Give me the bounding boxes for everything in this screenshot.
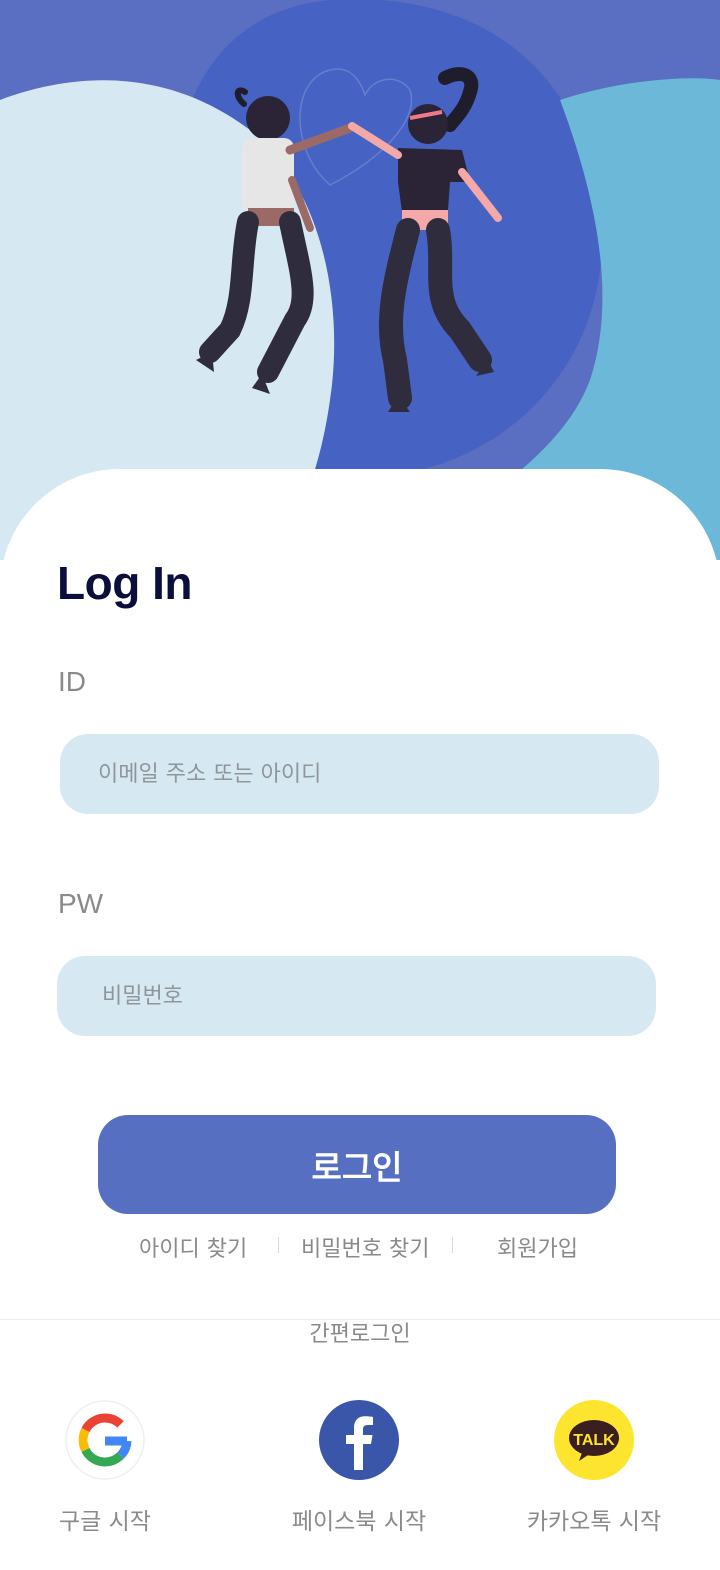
- id-input[interactable]: [60, 734, 659, 814]
- page-title: Log In: [57, 557, 192, 609]
- link-divider: [278, 1237, 279, 1253]
- account-links: 아이디 찾기 비밀번호 찾기 회원가입: [0, 1229, 720, 1263]
- google-login-button[interactable]: 구글 시작: [25, 1400, 185, 1536]
- link-divider: [452, 1237, 453, 1253]
- id-label: ID: [58, 666, 86, 697]
- sign-up-link[interactable]: 회원가입: [497, 1231, 578, 1263]
- find-password-link[interactable]: 비밀번호 찾기: [301, 1231, 429, 1263]
- google-login-label: 구글 시작: [59, 1509, 151, 1535]
- password-input[interactable]: [57, 956, 656, 1036]
- easy-login-heading-text: 간편로그인: [295, 1322, 425, 1347]
- facebook-login-label: 페이스북 시작: [291, 1509, 427, 1535]
- kakaotalk-login-label: 카카오톡 시작: [526, 1509, 662, 1535]
- password-label: PW: [58, 888, 104, 919]
- find-id-link[interactable]: 아이디 찾기: [139, 1231, 247, 1263]
- kakaotalk-login-button[interactable]: TALK 카카오톡 시작: [514, 1400, 674, 1536]
- login-button[interactable]: 로그인: [98, 1115, 616, 1214]
- google-icon: [65, 1400, 145, 1480]
- facebook-login-button[interactable]: 페이스북 시작: [279, 1400, 439, 1536]
- kakaotalk-icon: TALK: [554, 1400, 634, 1480]
- facebook-icon: [319, 1400, 399, 1480]
- easy-login-heading: 간편로그인: [0, 1316, 720, 1348]
- kakaotalk-badge-text: TALK: [573, 1432, 615, 1449]
